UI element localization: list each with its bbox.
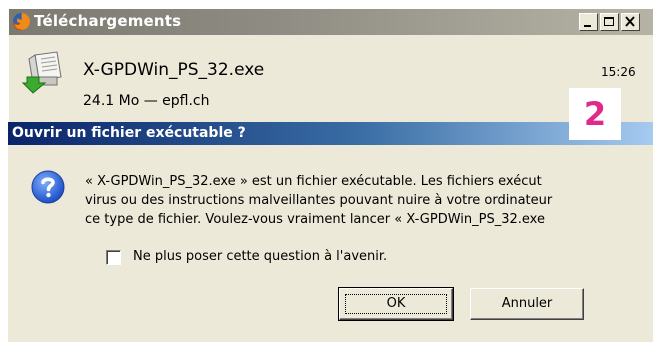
dialog-titlebar[interactable]: Ouvrir un fichier exécutable ? [8, 122, 653, 145]
download-meta: 24.1 Mo — epfl.ch [83, 93, 210, 109]
downloads-window: Téléchargements X-GPDWin_PS_32.exe 15:26… [8, 8, 653, 124]
ok-button[interactable]: OK [338, 287, 454, 321]
dialog-message: « X-GPDWin_PS_32.exe » est un fichier ex… [85, 172, 653, 229]
dialog-message-line: « X-GPDWin_PS_32.exe » est un fichier ex… [85, 174, 542, 189]
ok-button-label: OK [345, 294, 447, 314]
open-executable-dialog: Ouvrir un fichier exécutable ? « X-GPDWi… [8, 122, 653, 342]
dialog-message-line: virus ou des instructions malveillantes … [85, 193, 553, 208]
dialog-message-line: ce type de fichier. Voulez-vous vraiment… [85, 212, 545, 227]
minimize-button[interactable] [579, 13, 598, 31]
downloads-title: Téléchargements [34, 12, 182, 30]
download-filename[interactable]: X-GPDWin_PS_32.exe [83, 60, 264, 80]
maximize-button[interactable] [600, 13, 619, 31]
question-icon [31, 170, 65, 204]
cancel-button[interactable]: Annuler [470, 288, 584, 320]
minimize-icon [584, 25, 591, 27]
dont-ask-again-label[interactable]: Ne plus poser cette question à l'avenir. [133, 249, 387, 264]
screenshot-stage: Téléchargements X-GPDWin_PS_32.exe 15:26… [0, 0, 653, 342]
close-icon [625, 16, 635, 27]
dont-ask-again-checkbox[interactable] [106, 250, 121, 265]
downloads-titlebar[interactable]: Téléchargements [9, 9, 653, 35]
step-number-badge: 2 [569, 88, 621, 140]
close-button[interactable] [621, 13, 640, 31]
download-time: 15:26 [601, 65, 636, 79]
download-file-icon [21, 47, 69, 95]
firefox-logo-icon [12, 12, 31, 31]
dialog-title: Ouvrir un fichier exécutable ? [12, 125, 246, 141]
maximize-icon [604, 17, 614, 26]
